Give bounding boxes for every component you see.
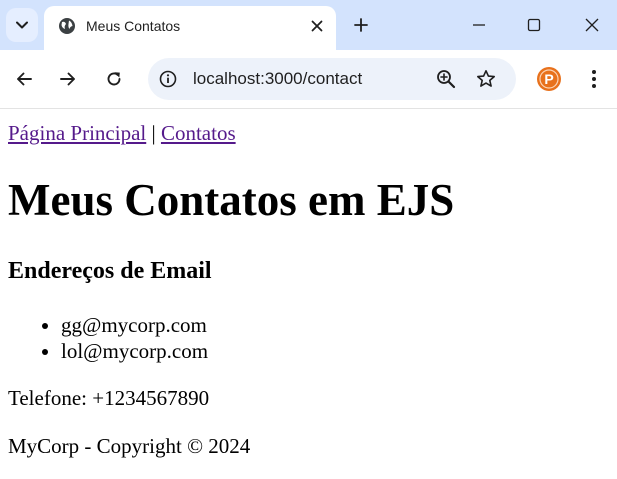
- new-tab-button[interactable]: [350, 14, 372, 36]
- list-item: lol@mycorp.com: [61, 338, 208, 364]
- bookmark-button[interactable]: [475, 68, 497, 90]
- zoom-button[interactable]: [435, 68, 457, 90]
- minimize-icon: [473, 24, 485, 26]
- window-close-icon: [585, 18, 599, 32]
- star-icon: [477, 70, 495, 87]
- back-arrow-icon: [17, 72, 32, 86]
- site-info-button[interactable]: [158, 69, 178, 89]
- email-list: gg@mycorp.com lol@mycorp.com: [8, 312, 208, 364]
- extension-letter: P: [544, 71, 553, 87]
- tab-close-button[interactable]: [308, 17, 326, 35]
- tab-strip: Meus Contatos: [0, 0, 617, 50]
- info-icon: [159, 70, 177, 88]
- url-text[interactable]: localhost:3000/contact: [193, 69, 362, 89]
- zoom-icon: [437, 70, 456, 89]
- forward-button[interactable]: [56, 67, 80, 91]
- tab-title: Meus Contatos: [86, 18, 181, 34]
- maximize-button[interactable]: [521, 12, 547, 38]
- footer-text: MyCorp - Copyright © 2024: [8, 434, 251, 458]
- active-tab[interactable]: Meus Contatos: [44, 6, 336, 50]
- nav-separator: |: [151, 121, 156, 145]
- back-button[interactable]: [12, 67, 36, 91]
- reload-icon: [107, 72, 121, 86]
- page-title: Meus Contatos em EJS: [8, 175, 455, 225]
- minimize-button[interactable]: [466, 12, 492, 38]
- address-bar[interactable]: localhost:3000/contact: [148, 58, 516, 100]
- maximize-icon: [527, 18, 541, 32]
- forward-arrow-icon: [60, 72, 75, 86]
- close-icon: [311, 20, 323, 32]
- contacts-link[interactable]: Contatos: [161, 121, 236, 145]
- window-close-button[interactable]: [579, 12, 605, 38]
- page-nav: Página Principal | Contatos: [8, 121, 236, 145]
- tab-search-button[interactable]: [6, 8, 38, 42]
- globe-icon: [59, 18, 75, 34]
- browser-menu-button[interactable]: [582, 67, 606, 91]
- more-vert-icon: [592, 70, 596, 88]
- tab-search-icon: [16, 21, 28, 29]
- plus-icon: [354, 18, 368, 32]
- phone-text: Telefone: +1234567890: [8, 386, 210, 410]
- extension-icon[interactable]: P: [536, 66, 562, 92]
- reload-button[interactable]: [102, 67, 126, 91]
- emails-heading: Endereços de Email: [8, 258, 212, 284]
- home-link[interactable]: Página Principal: [8, 121, 146, 145]
- list-item: gg@mycorp.com: [61, 312, 208, 338]
- browser-toolbar: localhost:3000/contact P: [0, 50, 617, 109]
